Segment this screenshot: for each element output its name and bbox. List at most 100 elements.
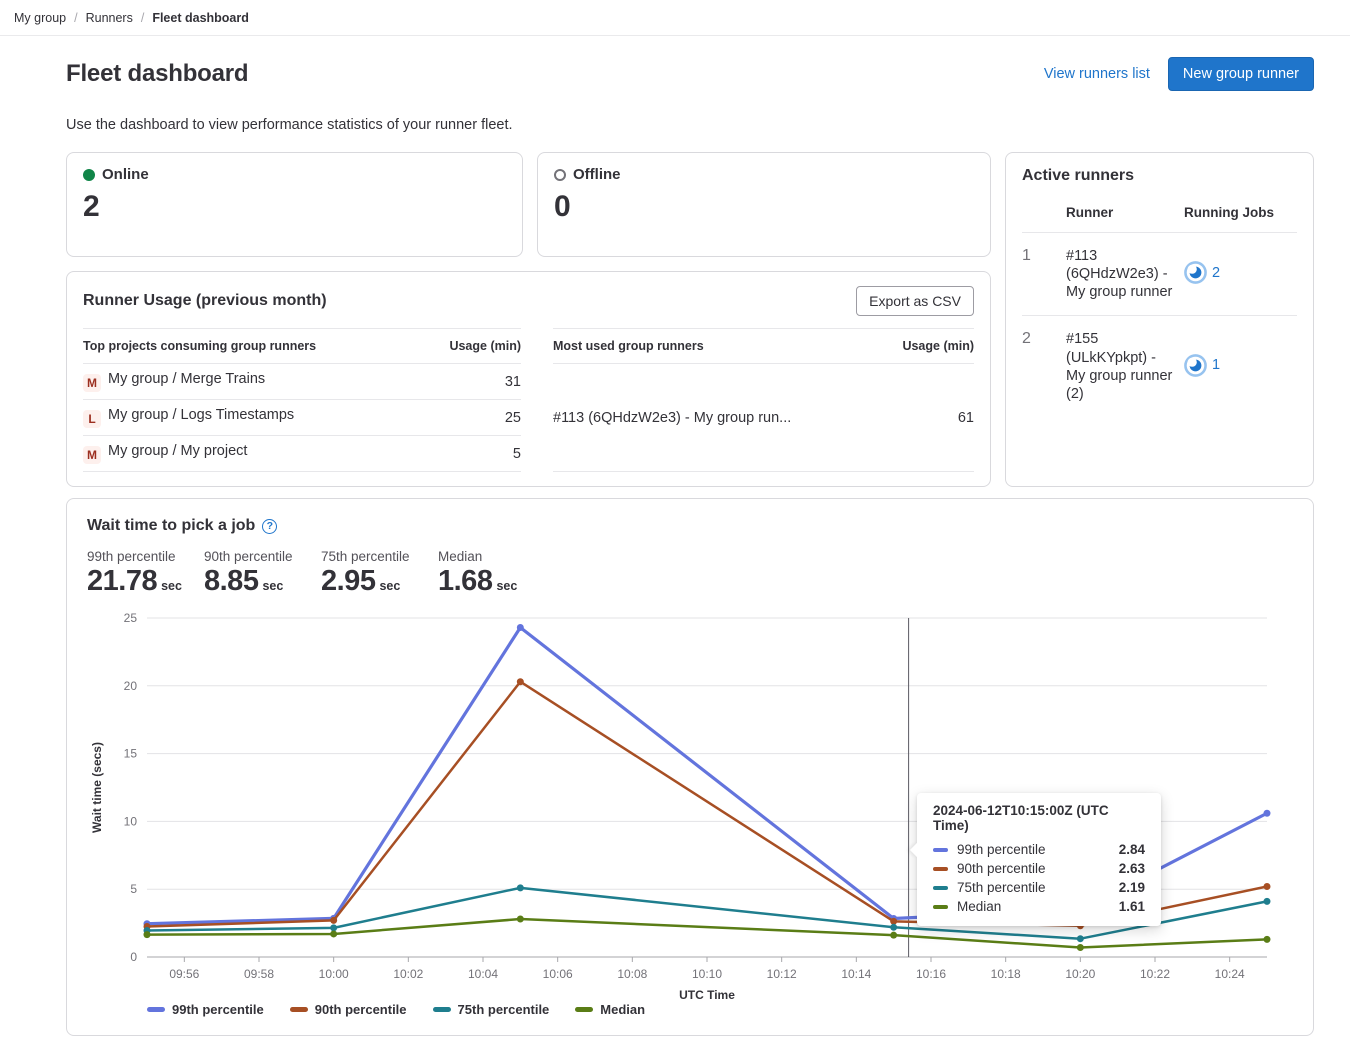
stat-median: Median 1.68 sec bbox=[438, 549, 539, 596]
stat-unit: sec bbox=[379, 579, 400, 593]
series-marker bbox=[290, 1007, 308, 1012]
svg-text:10:14: 10:14 bbox=[841, 967, 871, 981]
svg-text:09:56: 09:56 bbox=[169, 967, 199, 981]
wait-time-card: Wait time to pick a job ? 99th percentil… bbox=[66, 498, 1314, 1036]
tooltip-series-value: 2.19 bbox=[1119, 880, 1145, 895]
project-name: My group / Logs Timestamps bbox=[108, 407, 294, 423]
series-marker bbox=[933, 886, 948, 891]
page-description: Use the dashboard to view performance st… bbox=[66, 117, 1314, 133]
svg-text:10:08: 10:08 bbox=[617, 967, 647, 981]
breadcrumb-separator: / bbox=[141, 11, 144, 25]
table-row: 2 #155 (ULkKYpkpt) - My group runner (2)… bbox=[1022, 316, 1297, 417]
breadcrumb-item-runners[interactable]: Runners bbox=[86, 11, 133, 25]
top-projects-table: Top projects consuming group runners Usa… bbox=[83, 328, 521, 472]
stat-unit: sec bbox=[262, 579, 283, 593]
tooltip-series-value: 2.63 bbox=[1119, 861, 1145, 876]
summary-grid: Online 2 Offline 0 Active runners Runner… bbox=[66, 152, 1314, 487]
online-status-icon bbox=[83, 169, 95, 181]
index-column-header bbox=[1022, 191, 1066, 233]
running-jobs-link[interactable]: 1 bbox=[1184, 354, 1220, 377]
header-actions: View runners list New group runner bbox=[1044, 57, 1314, 91]
table-row: M My group / My project 5 bbox=[83, 436, 521, 472]
tooltip-series-label: 90th percentile bbox=[957, 861, 1046, 876]
series-marker bbox=[575, 1007, 593, 1012]
project-usage-minutes: 31 bbox=[431, 364, 521, 400]
offline-label-row: Offline bbox=[554, 166, 974, 183]
chart-legend: 99th percentile 90th percentile 75th perce… bbox=[147, 1002, 1293, 1017]
project-name: My group / My project bbox=[108, 443, 247, 459]
breadcrumb-separator: / bbox=[74, 11, 77, 25]
project-avatar: M bbox=[83, 446, 101, 464]
view-runners-list-link[interactable]: View runners list bbox=[1044, 66, 1150, 82]
online-label-row: Online bbox=[83, 166, 506, 183]
chart-tooltip: 2024-06-12T10:15:00Z (UTC Time) 99th per… bbox=[917, 793, 1161, 926]
svg-text:10:22: 10:22 bbox=[1140, 967, 1170, 981]
offline-runners-card: Offline 0 bbox=[537, 152, 991, 257]
page-title: Fleet dashboard bbox=[66, 60, 248, 88]
legend-item[interactable]: Median bbox=[575, 1002, 645, 1017]
active-runners-table: Runner Running Jobs 1 #113 (6QHdzW2e3) -… bbox=[1022, 191, 1297, 417]
series-marker bbox=[933, 905, 948, 910]
running-jobs-count: 2 bbox=[1212, 265, 1220, 281]
svg-text:Wait time (secs): Wait time (secs) bbox=[90, 742, 104, 833]
help-icon[interactable]: ? bbox=[262, 519, 277, 534]
usage-tables: Top projects consuming group runners Usa… bbox=[83, 328, 974, 472]
stat-label: Median bbox=[438, 549, 539, 564]
new-group-runner-button[interactable]: New group runner bbox=[1168, 57, 1314, 91]
stat-unit: sec bbox=[496, 579, 517, 593]
tooltip-series-label: 99th percentile bbox=[957, 842, 1046, 857]
active-runners-card: Active runners Runner Running Jobs 1 #11… bbox=[1005, 152, 1314, 487]
legend-label: 90th percentile bbox=[315, 1002, 407, 1017]
running-jobs-link[interactable]: 2 bbox=[1184, 261, 1220, 284]
runner-index: 2 bbox=[1022, 316, 1066, 417]
svg-text:10:20: 10:20 bbox=[1065, 967, 1095, 981]
stat-label: 99th percentile bbox=[87, 549, 188, 564]
page-content: Fleet dashboard View runners list New gr… bbox=[0, 57, 1350, 1036]
svg-text:10:04: 10:04 bbox=[468, 967, 498, 981]
legend-item[interactable]: 99th percentile bbox=[147, 1002, 264, 1017]
stat-label: 90th percentile bbox=[204, 549, 305, 564]
svg-text:09:58: 09:58 bbox=[244, 967, 274, 981]
runner-name: #155 (ULkKYpkpt) - My group runner (2) bbox=[1066, 316, 1184, 417]
legend-label: Median bbox=[600, 1002, 645, 1017]
stat-value: 8.85 bbox=[204, 566, 258, 596]
project-avatar: M bbox=[83, 374, 101, 392]
tooltip-row: 99th percentile 2.84 bbox=[933, 842, 1145, 857]
offline-status-icon bbox=[554, 169, 566, 181]
table-row: LMy group / Logs Timestamps 25 bbox=[83, 400, 521, 436]
stat-75th-percentile: 75th percentile 2.95sec bbox=[321, 549, 422, 596]
tooltip-series-label: Median bbox=[957, 899, 1001, 914]
svg-text:10: 10 bbox=[124, 815, 138, 829]
stat-90th-percentile: 90th percentile 8.85 sec bbox=[204, 549, 305, 596]
legend-item[interactable]: 90th percentile bbox=[290, 1002, 407, 1017]
breadcrumb-item-fleet-dashboard[interactable]: Fleet dashboard bbox=[152, 11, 249, 25]
svg-text:10:06: 10:06 bbox=[543, 967, 573, 981]
page-header: Fleet dashboard View runners list New gr… bbox=[66, 57, 1314, 91]
legend-item[interactable]: 75th percentile bbox=[433, 1002, 550, 1017]
svg-text:10:18: 10:18 bbox=[991, 967, 1021, 981]
stat-99th-percentile: 99th percentile 21.78sec bbox=[87, 549, 188, 596]
svg-text:25: 25 bbox=[124, 611, 138, 625]
stat-value: 1.68 bbox=[438, 566, 492, 596]
svg-text:UTC Time: UTC Time bbox=[679, 988, 735, 1002]
offline-label: Offline bbox=[573, 166, 621, 183]
running-jobs-count: 1 bbox=[1212, 357, 1220, 373]
tooltip-series-value: 1.61 bbox=[1119, 899, 1145, 914]
series-marker bbox=[933, 848, 948, 853]
project-usage-minutes: 5 bbox=[431, 436, 521, 472]
project-usage-minutes: 25 bbox=[431, 400, 521, 436]
breadcrumb-item-my-group[interactable]: My group bbox=[14, 11, 66, 25]
online-runners-card: Online 2 bbox=[66, 152, 523, 257]
series-marker bbox=[433, 1007, 451, 1012]
tooltip-row: 90th percentile 2.63 bbox=[933, 861, 1145, 876]
export-csv-button[interactable]: Export as CSV bbox=[856, 286, 974, 316]
runner-index: 1 bbox=[1022, 233, 1066, 316]
runner-usage-title: Runner Usage (previous month) bbox=[83, 292, 327, 310]
online-count: 2 bbox=[83, 192, 506, 222]
svg-text:10:02: 10:02 bbox=[393, 967, 423, 981]
tooltip-series-value: 2.84 bbox=[1119, 842, 1145, 857]
stat-value: 21.78 bbox=[87, 566, 157, 596]
svg-text:10:16: 10:16 bbox=[916, 967, 946, 981]
offline-count: 0 bbox=[554, 192, 974, 222]
tooltip-row: Median 1.61 bbox=[933, 899, 1145, 914]
